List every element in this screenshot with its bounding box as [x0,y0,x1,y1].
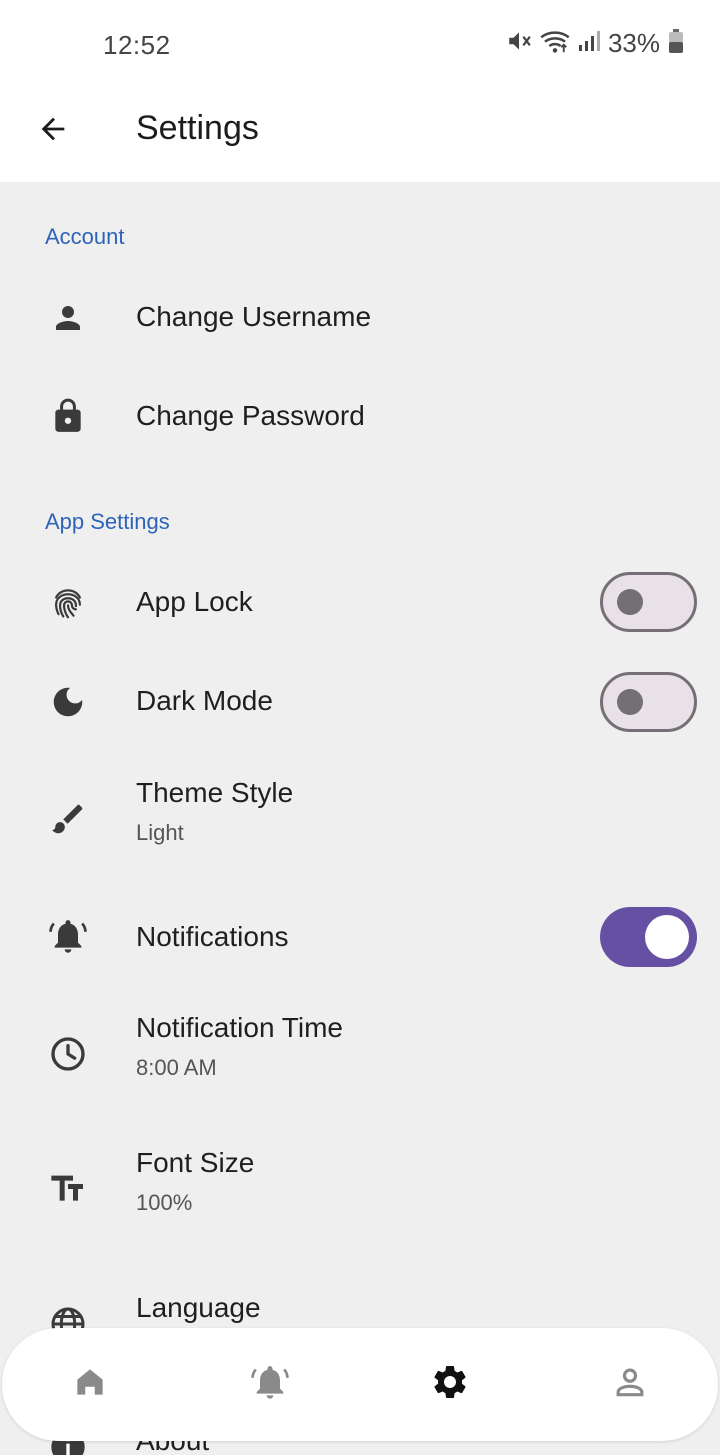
setting-value: 100% [136,1190,193,1215]
setting-notifications[interactable]: Notifications [0,892,720,984]
notifications-toggle[interactable] [600,907,697,967]
setting-label: Notification Time [136,1012,343,1043]
wifi-icon [540,28,570,59]
toggle-knob [617,589,643,615]
toggle-knob [617,689,643,715]
setting-label: Notifications [136,921,289,952]
setting-dark-mode[interactable]: Dark Mode [0,656,720,748]
status-bar: 12:52 33% [0,0,720,90]
setting-label: Font Size [136,1147,255,1178]
signal-icon [578,29,600,58]
setting-label: App Lock [136,586,253,617]
dark-mode-toggle[interactable] [600,672,697,732]
setting-label: Change Username [136,301,372,332]
status-time: 12:52 [103,30,171,60]
fingerprint-icon [46,581,90,625]
battery-icon [668,28,684,59]
section-header-app-settings: App Settings [45,509,170,534]
page-title: Settings [136,109,259,147]
nav-settings[interactable] [428,1362,472,1406]
section-header-account: Account [45,224,125,249]
bell-ringing-icon [46,914,90,958]
arrow-back-icon [36,112,70,151]
back-button[interactable] [30,108,76,154]
setting-label: Language [136,1292,261,1323]
setting-change-username[interactable]: Change Username [0,274,720,362]
moon-icon [46,680,90,724]
nav-notifications[interactable] [248,1362,292,1406]
brush-icon [46,797,90,841]
status-icons: 33% [506,28,684,59]
setting-app-lock[interactable]: App Lock [0,557,720,649]
app-lock-toggle[interactable] [600,572,697,632]
setting-theme-style[interactable]: Theme Style Light [0,772,720,872]
setting-notification-time[interactable]: Notification Time 8:00 AM [0,1007,720,1107]
bottom-navigation [2,1328,718,1441]
bell-ringing-icon [250,1362,290,1407]
setting-label: Theme Style [136,777,294,808]
app-bar: Settings [0,90,720,182]
setting-value: 8:00 AM [136,1055,217,1080]
person-icon [46,296,90,340]
settings-list: Account Change Username Change Password … [0,182,720,1455]
setting-change-password[interactable]: Change Password [0,372,720,460]
home-icon [71,1363,109,1406]
clock-icon [46,1032,90,1076]
text-size-icon [46,1167,90,1211]
lock-icon [46,394,90,438]
setting-value: Light [136,820,184,845]
nav-profile[interactable] [608,1362,652,1406]
setting-font-size[interactable]: Font Size 100% [0,1142,720,1242]
setting-label: Dark Mode [136,685,273,716]
setting-label: Change Password [136,400,365,431]
mute-icon [506,28,532,59]
toggle-knob [645,915,689,959]
nav-home[interactable] [68,1362,112,1406]
person-outline-icon [611,1363,649,1406]
gear-icon [430,1362,470,1407]
battery-percent: 33% [607,28,660,58]
